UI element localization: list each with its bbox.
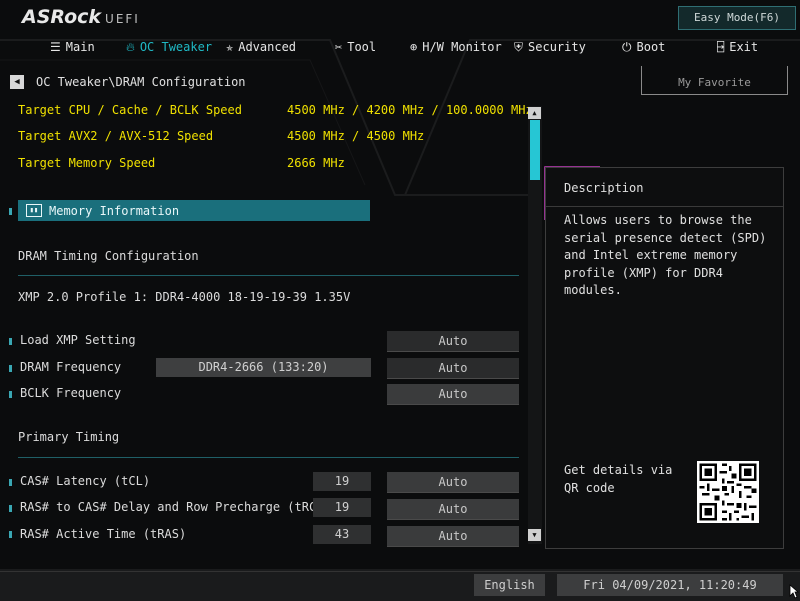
cas-latency-option[interactable]: Auto — [387, 472, 519, 493]
section-divider — [18, 457, 519, 458]
shield-icon: ⛨ — [514, 40, 524, 54]
tras-label[interactable]: RAS# Active Time (tRAS) — [20, 527, 186, 541]
tab-security[interactable]: ⛨ Security — [514, 36, 586, 58]
memory-module-icon: ▮▮ — [26, 204, 42, 217]
target-memory-label: Target Memory Speed — [18, 156, 156, 170]
breadcrumb-path: OC Tweaker\DRAM Configuration — [36, 75, 246, 89]
back-arrow-icon[interactable]: ◀ — [10, 75, 24, 89]
exit-door-icon: ⍈ — [717, 40, 725, 54]
item-bullet — [9, 365, 12, 372]
my-favorite-button[interactable]: My Favorite — [641, 66, 788, 95]
qr-label: Get details via QR code — [564, 463, 673, 495]
breadcrumb: ◀ OC Tweaker\DRAM Configuration — [10, 73, 246, 91]
tab-oc-tweaker[interactable]: 🔥︎ OC Tweaker — [126, 36, 212, 58]
tras-option[interactable]: Auto — [387, 526, 519, 547]
language-button[interactable]: English — [474, 574, 545, 596]
target-avx-value: 4500 MHz / 4500 MHz — [287, 129, 425, 143]
trcdtrp-value: 19 — [313, 498, 371, 517]
dram-frequency-label[interactable]: DRAM Frequency — [20, 360, 121, 374]
description-title: Description — [564, 181, 644, 195]
bclk-frequency-label[interactable]: BCLK Frequency — [20, 386, 121, 400]
description-text: Allows users to browse the serial presen… — [564, 213, 767, 297]
list-icon: ☰ — [50, 40, 61, 54]
dram-timing-header: DRAM Timing Configuration — [18, 249, 199, 263]
xmp-profile-text: XMP 2.0 Profile 1: DDR4-4000 18-19-19-39… — [18, 290, 351, 304]
target-cpu-value: 4500 MHz / 4200 MHz / 100.0000 MHz — [287, 103, 533, 117]
tab-hw-monitor[interactable]: ⊕ H/W Monitor — [410, 36, 502, 58]
load-xmp-label[interactable]: Load XMP Setting — [20, 333, 136, 347]
section-divider — [18, 275, 519, 276]
trcdtrp-option[interactable]: Auto — [387, 499, 519, 520]
item-bullet — [9, 479, 12, 486]
description-panel: Description Allows users to browse the s… — [545, 167, 784, 549]
datetime-display: Fri 04/09/2021, 11:20:49 — [557, 574, 783, 596]
bclk-frequency-option[interactable]: Auto — [387, 384, 519, 405]
tab-advanced[interactable]: ✯ Advanced — [226, 36, 296, 58]
cas-latency-label[interactable]: CAS# Latency (tCL) — [20, 474, 150, 488]
globe-icon: ⊕ — [410, 40, 418, 54]
tab-boot[interactable]: ⏻ Boot — [622, 36, 665, 58]
scroll-up-icon[interactable]: ▲ — [528, 107, 541, 119]
tras-value: 43 — [313, 525, 371, 544]
qr-code-icon — [697, 461, 759, 523]
dram-frequency-option[interactable]: Auto — [387, 358, 519, 379]
tab-exit[interactable]: ⍈ Exit — [717, 36, 758, 58]
tab-tool[interactable]: ✂ Tool — [335, 36, 376, 58]
description-divider — [546, 206, 783, 207]
power-icon: ⏻ — [622, 40, 632, 54]
item-bullet — [9, 531, 12, 538]
asrock-logo: ASRock UEFI — [22, 6, 140, 28]
tools-icon: ✂ — [335, 40, 343, 54]
load-xmp-option[interactable]: Auto — [387, 331, 519, 352]
top-menu-bar: ☰ Main 🔥︎ OC Tweaker ✯ Advanced ✂ Tool ⊕ H/W … — [0, 36, 800, 58]
scroll-down-icon[interactable]: ▼ — [528, 529, 541, 541]
mouse-cursor-icon — [789, 584, 799, 599]
item-bullet — [9, 505, 12, 512]
flame-icon: 🔥︎ — [126, 40, 135, 54]
target-memory-value: 2666 MHz — [287, 156, 345, 170]
tab-main[interactable]: ☰ Main — [50, 36, 95, 58]
star-icon: ✯ — [226, 40, 234, 54]
dram-frequency-value: DDR4-2666 (133:20) — [156, 358, 371, 377]
target-avx-label: Target AVX2 / AVX-512 Speed — [18, 129, 214, 143]
cas-latency-value: 19 — [313, 472, 371, 491]
easy-mode-button[interactable]: Easy Mode(F6) — [678, 6, 796, 30]
memory-information-item[interactable]: ▮▮ Memory Information — [18, 200, 370, 221]
scrollbar-thumb[interactable] — [530, 120, 540, 180]
item-bullet — [9, 208, 12, 215]
primary-timing-header: Primary Timing — [18, 430, 120, 444]
item-bullet — [9, 391, 12, 398]
trcdtrp-label[interactable]: RAS# to CAS# Delay and Row Precharge (tR… — [20, 500, 352, 514]
item-bullet — [9, 338, 12, 345]
target-cpu-label: Target CPU / Cache / BCLK Speed — [18, 103, 242, 117]
